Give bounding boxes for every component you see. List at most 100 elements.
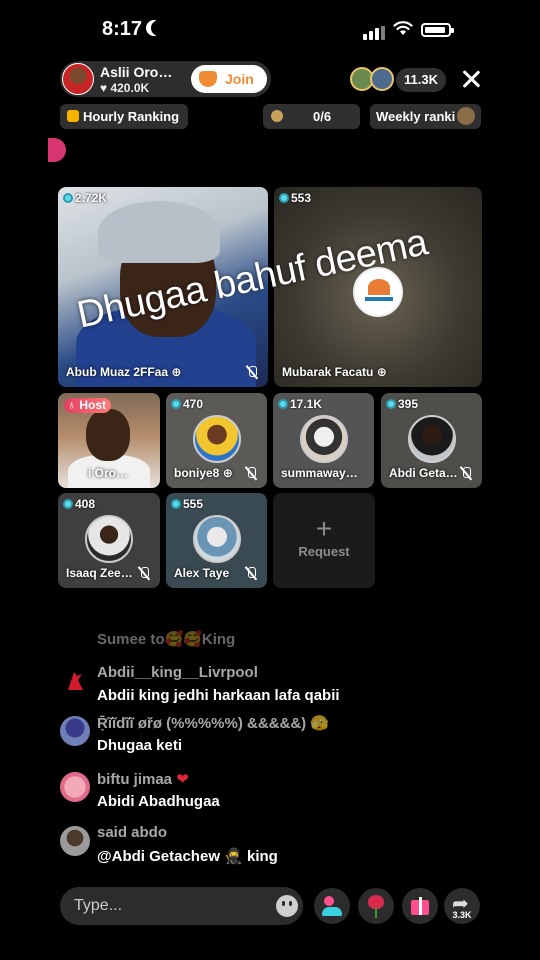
avatar[interactable] [60,716,90,746]
tile-name: Abub Muaz 2FFaa ⊕ [66,365,181,379]
rose-gift-button[interactable] [358,888,394,924]
tile-name-text: Mubarak Facatu [282,365,374,379]
muted-mic-icon [246,366,258,379]
add-icon[interactable]: ⊕ [377,365,387,379]
tile-name: i Oro… [88,466,129,480]
muted-mic-icon [138,567,150,580]
guest-tile[interactable]: 17.1K summaway… [273,393,374,488]
chat-username[interactable]: said abdo [97,824,167,841]
weekly-avatar-icon [457,107,476,125]
battery-icon [421,23,454,37]
join-label: Join [225,71,254,87]
tile-name: summaway… [281,466,358,480]
tile-name: Isaaq Zee… [66,566,133,580]
liverpool-logo-icon [68,672,83,690]
video-cap [98,201,220,263]
avatar[interactable] [60,772,90,802]
chat-text: Abidi Abadhugaa [97,793,220,810]
guest-icon [271,110,283,122]
score-icon [63,499,73,509]
score-icon [279,193,289,203]
host-name: Aslii Oro… [100,64,173,80]
chat-text: Dhugaa keti [97,737,183,754]
score-icon [386,399,396,409]
gift-button[interactable] [402,888,438,924]
chat-username[interactable]: biftu jimaa ❤ [97,770,189,788]
score-value: 553 [291,191,312,205]
avatar [85,515,133,563]
avatar [407,415,456,463]
emoji-icon[interactable] [276,895,298,917]
close-icon[interactable] [458,66,484,92]
tile-score: 408 [63,497,95,511]
comment-input[interactable] [60,887,303,925]
share-button[interactable]: 3.3K [444,888,480,924]
avatar [299,415,348,463]
join-heart-icon [199,71,217,87]
score-value: 555 [183,497,204,511]
avatar [192,515,241,563]
hand-icon [67,110,79,122]
avatar[interactable] [62,63,94,95]
score-icon [171,399,181,409]
host-likes: ♥ 420.0K [100,81,150,95]
guest-tile[interactable]: 555 Alex Taye [166,493,267,588]
score-value: 470 [183,397,204,411]
avatar[interactable] [60,826,90,856]
tile-name-text: Abub Muaz 2FFaa [66,365,169,379]
chat-username[interactable]: Abdii__king__Livrpool [97,664,258,681]
tile-score: 555 [171,497,203,511]
share-count: 3.3K [452,910,472,920]
video-face [86,409,130,461]
score-value: 395 [398,397,419,411]
muted-mic-icon [245,467,257,480]
tile-score: 470 [171,397,203,411]
hourly-ranking-label: Hourly Ranking [83,109,180,124]
score-value: 2.72K [75,191,108,205]
tile-score: 553 [279,191,311,205]
wifi-icon [393,21,413,35]
tile-score: 17.1K [278,397,322,411]
tile-name: Abdi Geta… [389,466,458,480]
faded-message: Sumee to🥰🥰King [97,631,236,648]
muted-mic-icon [460,467,472,480]
request-label: Request [298,544,350,559]
tile-name: Mubarak Facatu ⊕ [282,365,387,379]
tile-score: 395 [386,397,418,411]
chat-username-text: biftu jimaa [97,771,173,788]
heart-icon: ❤ [176,771,189,788]
plus-icon: + [315,513,333,544]
add-icon[interactable]: ⊕ [223,466,233,480]
top-viewers[interactable] [350,67,394,93]
moon-icon [151,20,167,36]
avatar [192,415,241,463]
guest-slots-chip[interactable]: 0/6 [263,104,360,129]
tile-score: 2.72K [63,191,107,205]
guests-button[interactable] [314,888,350,924]
guest-tile[interactable]: 470 boniye8 ⊕ [166,393,267,488]
hourly-ranking-chip[interactable]: Hourly Ranking [60,104,188,129]
weekly-ranking-label: Weekly ranki [376,109,456,124]
viewer-avatar[interactable] [370,67,394,91]
signal-icon [363,22,387,40]
tile-name: Alex Taye [174,566,230,580]
guest-tile[interactable]: 408 Isaaq Zee… [58,493,160,588]
chat-username[interactable]: Ṝĩĩdĩĩ øřø (%%%%%) &&&&&) 🫣 [97,714,329,732]
side-panel-tab[interactable] [48,138,66,162]
viewer-count[interactable]: 11.3K [396,68,446,92]
weekly-ranking-chip[interactable]: Weekly ranki [370,104,481,129]
guest-slots-value: 0/6 [313,109,332,124]
add-icon[interactable]: ⊕ [171,365,181,379]
score-icon [278,399,288,409]
host-badge-label: Host [79,398,107,412]
join-button[interactable]: Join [191,65,267,93]
guest-tile[interactable]: 395 Abdi Geta… [381,393,482,488]
host-profile[interactable]: Aslii Oro… ♥ 420.0K Join [60,61,271,97]
chat-text: @Abdi Getachew 🥷 king [97,848,278,865]
status-time: 8:17 [102,18,143,40]
score-icon [171,499,181,509]
host-tile[interactable]: ♁ Host i Oro… [58,393,160,488]
score-icon [63,193,73,203]
score-value: 408 [75,497,96,511]
request-button[interactable]: + Request [273,493,375,588]
